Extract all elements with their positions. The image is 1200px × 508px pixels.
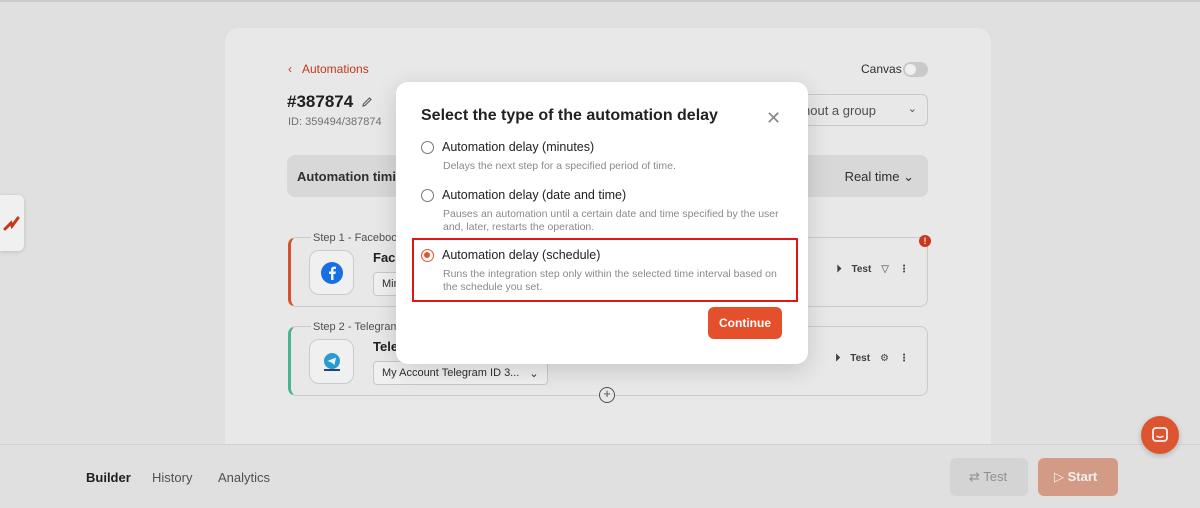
radio-delay-schedule[interactable] (421, 249, 434, 262)
option-description: Runs the integration step only within th… (443, 268, 777, 293)
option-label: Automation delay (date and time) (442, 188, 627, 202)
continue-button[interactable]: Continue (708, 307, 782, 339)
option-description: Delays the next step for a specified per… (443, 160, 676, 172)
option-label: Automation delay (schedule) (442, 248, 601, 262)
modal-title: Select the type of the automation delay (421, 107, 718, 124)
delay-type-modal: Select the type of the automation delay … (396, 82, 808, 364)
option-description: Pauses an automation until a certain dat… (443, 208, 779, 233)
radio-delay-minutes[interactable] (421, 141, 434, 154)
close-icon[interactable]: ✕ (766, 109, 781, 127)
option-label: Automation delay (minutes) (442, 140, 595, 154)
radio-delay-date-time[interactable] (421, 189, 434, 202)
